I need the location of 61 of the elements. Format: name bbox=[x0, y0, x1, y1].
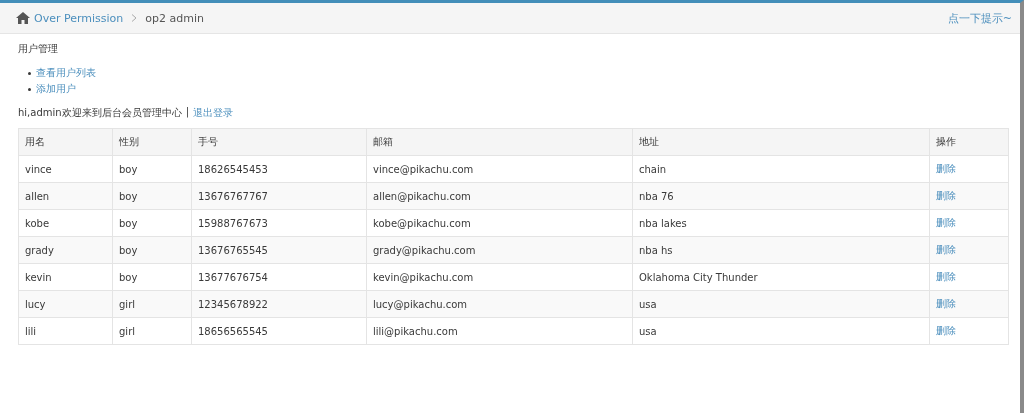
column-header: 用名 bbox=[18, 128, 113, 156]
table-cell: lucy bbox=[18, 290, 113, 318]
bullet-icon bbox=[28, 87, 31, 91]
table-cell: chain bbox=[632, 155, 930, 183]
table-cell: nba hs bbox=[632, 236, 930, 264]
table-cell: 15988767673 bbox=[191, 209, 367, 237]
table-cell: vince bbox=[18, 155, 113, 183]
bullet-icon bbox=[28, 71, 31, 75]
column-header: 邮箱 bbox=[366, 128, 633, 156]
table-cell: grady@pikachu.com bbox=[366, 236, 633, 264]
table-cell: lucy@pikachu.com bbox=[366, 290, 633, 318]
table-cell: usa bbox=[632, 317, 930, 345]
delete-link[interactable]: 删除 bbox=[936, 190, 956, 201]
breadcrumb-current: op2 admin bbox=[145, 11, 204, 25]
menu-link[interactable]: 添加用户 bbox=[36, 82, 76, 96]
hint-link[interactable]: 点一下提示~ bbox=[947, 10, 1012, 26]
delete-link[interactable]: 删除 bbox=[936, 163, 956, 174]
table-cell: 13676767767 bbox=[191, 182, 367, 210]
table-cell: girl bbox=[112, 290, 192, 318]
table-cell: boy bbox=[112, 236, 192, 264]
column-header: 性别 bbox=[112, 128, 192, 156]
column-header: 手号 bbox=[191, 128, 367, 156]
logout-link[interactable]: 退出登录 bbox=[193, 106, 233, 120]
delete-link[interactable]: 删除 bbox=[936, 271, 956, 282]
separator: | bbox=[185, 106, 189, 120]
table-cell: nba lakes bbox=[632, 209, 930, 237]
table-cell: nba 76 bbox=[632, 182, 930, 210]
welcome-text: hi,admin欢迎来到后台会员管理中心 bbox=[18, 106, 182, 120]
menu-link[interactable]: 查看用户列表 bbox=[36, 66, 96, 80]
table-cell: 18626545453 bbox=[191, 155, 367, 183]
home-icon[interactable] bbox=[16, 12, 30, 24]
table-cell: 13677676754 bbox=[191, 263, 367, 291]
delete-link[interactable]: 删除 bbox=[936, 217, 956, 228]
table-cell: kevin bbox=[18, 263, 113, 291]
table-cell: 13676765545 bbox=[191, 236, 367, 264]
table-cell: boy bbox=[112, 182, 192, 210]
table-cell: boy bbox=[112, 209, 192, 237]
delete-link[interactable]: 删除 bbox=[936, 244, 956, 255]
table-cell: boy bbox=[112, 155, 192, 183]
column-header: 地址 bbox=[632, 128, 930, 156]
table-cell: grady bbox=[18, 236, 113, 264]
breadcrumb-link[interactable]: Over Permission bbox=[34, 11, 124, 25]
table-cell: vince@pikachu.com bbox=[366, 155, 633, 183]
table-cell: allen@pikachu.com bbox=[366, 182, 633, 210]
chevron-icon bbox=[131, 14, 138, 22]
column-header: 操作 bbox=[929, 128, 1009, 156]
table-cell: kobe@pikachu.com bbox=[366, 209, 633, 237]
table-cell: boy bbox=[112, 263, 192, 291]
delete-link[interactable]: 删除 bbox=[936, 325, 956, 336]
table-cell: 18656565545 bbox=[191, 317, 367, 345]
table-cell: usa bbox=[632, 290, 930, 318]
table-cell: girl bbox=[112, 317, 192, 345]
section-title: 用户管理 bbox=[18, 42, 59, 56]
table-cell: 12345678922 bbox=[191, 290, 367, 318]
table-cell: kobe bbox=[18, 209, 113, 237]
delete-link[interactable]: 删除 bbox=[936, 298, 956, 309]
table-cell: allen bbox=[18, 182, 113, 210]
table-cell: Oklahoma City Thunder bbox=[632, 263, 930, 291]
table-cell: kevin@pikachu.com bbox=[366, 263, 633, 291]
table-cell: lili@pikachu.com bbox=[366, 317, 633, 345]
table-cell: lili bbox=[18, 317, 113, 345]
